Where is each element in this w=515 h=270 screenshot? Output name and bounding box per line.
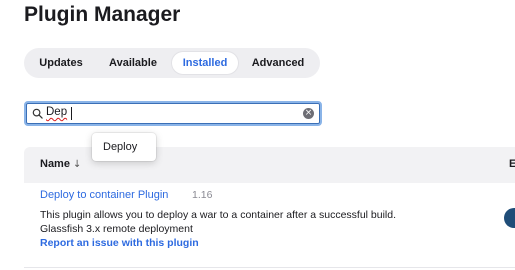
sort-arrow-icon: ↓: [72, 159, 82, 170]
column-enabled-header[interactable]: Er: [509, 158, 515, 170]
plugin-version: 1.16: [192, 189, 213, 201]
tab-updates[interactable]: Updates: [30, 52, 92, 74]
tab-advanced[interactable]: Advanced: [242, 52, 314, 74]
plugin-description: This plugin allows you to deploy a war t…: [40, 209, 397, 221]
search-icon: [32, 108, 43, 119]
autocomplete-dropdown: Deploy: [92, 133, 156, 161]
plugin-search-input[interactable]: Dep ×: [24, 101, 322, 126]
plugin-dependency: Glassfish 3.x remote deployment: [40, 223, 193, 235]
report-issue-link[interactable]: Report an issue with this plugin: [40, 237, 199, 249]
row-divider: [24, 267, 515, 268]
tab-available[interactable]: Available: [98, 52, 168, 74]
plugin-name-link[interactable]: Deploy to container Plugin: [40, 189, 168, 201]
table-row: Deploy to container Plugin 1.16 This plu…: [24, 183, 515, 270]
page-title: Plugin Manager: [24, 3, 181, 26]
column-name-header[interactable]: Name ↓: [40, 158, 81, 170]
search-value: Dep: [46, 106, 68, 118]
tab-installed[interactable]: Installed: [172, 52, 238, 74]
clear-icon[interactable]: ×: [303, 108, 314, 119]
plugin-manager-tabs: Updates Available Installed Advanced: [24, 48, 320, 78]
autocomplete-item-deploy[interactable]: Deploy: [103, 141, 137, 153]
text-caret: [71, 107, 72, 120]
enabled-toggle[interactable]: [504, 208, 515, 228]
